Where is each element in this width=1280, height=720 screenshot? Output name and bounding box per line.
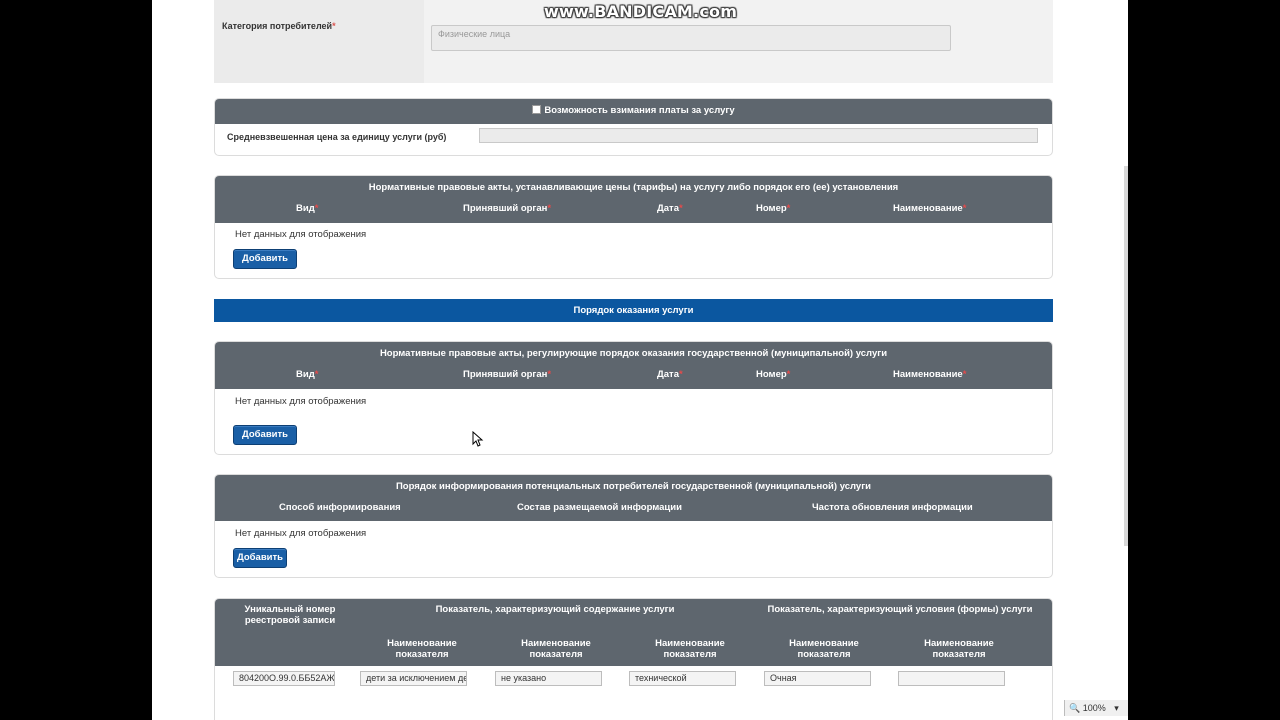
indicator-name-header: Наименование показателя <box>924 638 994 660</box>
category-label-area <box>214 0 424 83</box>
empty-state-text: Нет данных для отображения <box>235 528 367 539</box>
column-organ[interactable]: Принявший орган* <box>463 369 551 380</box>
indicators-header: Уникальный номер реестровой записи Показ… <box>215 599 1052 666</box>
column-vid[interactable]: Вид* <box>296 369 318 380</box>
bandicam-watermark: www.BANDICAM.com <box>544 2 738 21</box>
price-label: Средневзвешенная цена за единицу услуги … <box>227 132 447 142</box>
required-mark: * <box>786 369 791 380</box>
fee-checkbox-label: Возможность взимания платы за услугу <box>544 105 735 116</box>
empty-state-text: Нет данных для отображения <box>235 396 367 407</box>
required-mark: * <box>679 369 683 380</box>
chevron-down-icon: ▾ <box>1114 703 1119 713</box>
indicator-field[interactable]: не указано <box>495 671 602 686</box>
column-number[interactable]: Номер* <box>756 369 790 380</box>
column-frequency[interactable]: Частота обновления информации <box>812 502 973 513</box>
column-label: Наименование <box>893 369 963 380</box>
required-mark: * <box>786 203 791 214</box>
indicator-name-header: Наименование показателя <box>387 638 457 660</box>
column-label: Дата <box>657 369 679 380</box>
unique-number-header: Уникальный номер реестровой записи <box>244 604 336 626</box>
category-label-text: Категория потребителей <box>222 21 333 31</box>
required-mark: * <box>314 203 319 214</box>
indicator-name-header: Наименование показателя <box>789 638 859 660</box>
column-number[interactable]: Номер* <box>756 203 790 214</box>
conditions-indicator-header: Показатель, характеризующий условия (фор… <box>767 604 1033 615</box>
add-informing-button[interactable]: Добавить <box>233 548 288 568</box>
column-date[interactable]: Дата* <box>657 369 683 380</box>
required-mark: * <box>332 21 336 31</box>
column-content[interactable]: Состав размещаемой информации <box>517 502 682 513</box>
column-label: Номер <box>756 369 787 380</box>
zoom-level: 100% <box>1082 703 1106 713</box>
column-label: Принявший орган <box>463 203 548 214</box>
price-input[interactable] <box>479 128 1038 143</box>
informing-header: Порядок информирования потенциальных пот… <box>215 475 1052 521</box>
column-label: Номер <box>756 203 787 214</box>
unique-number-field[interactable]: 804200О.99.0.ББ52АЖ <box>233 671 335 686</box>
column-method[interactable]: Способ информирования <box>279 502 401 513</box>
column-label: Дата <box>657 203 679 214</box>
vertical-scrollbar[interactable] <box>1124 166 1128 546</box>
indicator-field[interactable]: дети за исключением детей <box>360 671 467 686</box>
tariff-acts-header: Нормативные правовые акты, устанавливающ… <box>215 176 1052 223</box>
category-label: Категория потребителей* <box>222 21 336 31</box>
indicator-name-header: Наименование показателя <box>521 638 591 660</box>
empty-state-text: Нет данных для отображения <box>235 229 367 240</box>
required-mark: * <box>679 203 683 214</box>
add-regulating-act-button[interactable]: Добавить <box>233 425 298 445</box>
tariff-acts-panel: Нормативные правовые акты, устанавливающ… <box>214 175 1053 279</box>
column-organ[interactable]: Принявший орган* <box>463 203 551 214</box>
required-mark: * <box>547 369 552 380</box>
required-mark: * <box>547 203 552 214</box>
fee-checkbox[interactable] <box>532 105 542 114</box>
informing-title: Порядок информирования потенциальных пот… <box>395 481 872 492</box>
mouse-cursor-icon <box>472 431 484 447</box>
column-label: Вид <box>296 369 315 380</box>
zoom-icon: 🔍 <box>1069 703 1081 713</box>
column-label: Вид <box>296 203 315 214</box>
indicator-field[interactable] <box>898 671 1005 686</box>
indicator-field[interactable]: технической <box>629 671 736 686</box>
regulating-acts-title: Нормативные правовые акты, регулирующие … <box>379 348 888 359</box>
zoom-control[interactable]: 🔍 100% ▾ <box>1064 700 1128 716</box>
column-vid[interactable]: Вид* <box>296 203 318 214</box>
indicator-name-header: Наименование показателя <box>655 638 725 660</box>
regulating-acts-header: Нормативные правовые акты, регулирующие … <box>215 342 1052 389</box>
tariff-acts-title: Нормативные правовые акты, устанавливающ… <box>368 182 899 193</box>
regulating-acts-panel: Нормативные правовые акты, регулирующие … <box>214 341 1053 455</box>
column-name[interactable]: Наименование* <box>893 203 966 214</box>
required-mark: * <box>962 369 967 380</box>
add-tariff-act-button[interactable]: Добавить <box>233 249 298 269</box>
required-mark: * <box>962 203 967 214</box>
required-mark: * <box>314 369 319 380</box>
content-indicator-header: Показатель, характеризующий содержание у… <box>435 604 675 615</box>
fee-panel-header: Возможность взимания платы за услугу <box>215 99 1052 124</box>
indicator-field[interactable]: Очная <box>764 671 871 686</box>
column-date[interactable]: Дата* <box>657 203 683 214</box>
column-label: Принявший орган <box>463 369 548 380</box>
informing-panel: Порядок информирования потенциальных пот… <box>214 474 1053 578</box>
fee-panel: Возможность взимания платы за услугу Сре… <box>214 98 1053 156</box>
column-label: Наименование <box>893 203 963 214</box>
service-order-section-title: Порядок оказания услуги <box>214 299 1053 322</box>
column-name[interactable]: Наименование* <box>893 369 966 380</box>
indicators-table: Уникальный номер реестровой записи Показ… <box>214 598 1053 720</box>
category-field[interactable]: Физические лица <box>431 25 951 51</box>
